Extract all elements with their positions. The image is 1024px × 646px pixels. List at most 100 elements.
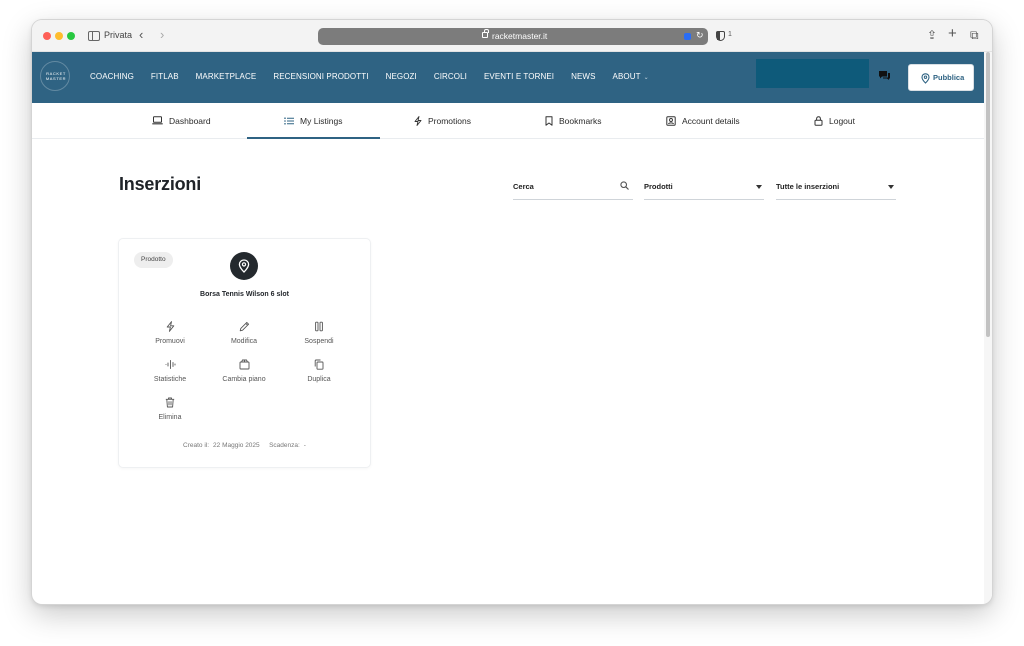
stats-action[interactable]: Statistiche [135,359,205,383]
tab-logout-label: Logout [829,115,855,126]
edit-action-label: Modifica [230,338,258,345]
chevron-down-icon: ⌄ [643,75,649,81]
page-scrollbar[interactable] [984,52,992,604]
lock-icon [814,115,823,126]
tab-promotions[interactable]: Promotions [414,103,471,138]
dropdown-arrow-icon [756,185,762,189]
url-text: racketmaster.it [492,31,548,41]
tab-dashboard-label: Dashboard [169,115,211,126]
search-field [513,174,633,200]
promote-action[interactable]: Promuovi [135,321,205,345]
site-header: RACKET MASTER COACHING FITLAB MARKETPLAC… [32,52,984,103]
bookmark-icon [545,115,553,126]
sidebar-toggle-icon[interactable] [88,31,100,41]
shield-icon[interactable] [716,31,725,41]
back-arrow-icon[interactable]: ‹ [139,28,143,42]
pencil-icon [239,321,249,332]
created-label: Creato il: [183,442,210,449]
main-navigation: COACHING FITLAB MARKETPLACE RECENSIONI P… [90,72,666,81]
nav-item-about[interactable]: ABOUT ⌄ [613,72,649,81]
bolt-icon [166,321,174,332]
category-select[interactable]: Prodotti [644,174,764,200]
listing-meta: Creato il: 22 Maggio 2025 Scadenza: - [119,442,370,449]
address-bar[interactable]: racketmaster.it ↻ [318,28,708,45]
logo-text: RACKET MASTER [45,71,67,81]
tab-overview-icon[interactable]: ⧉ [970,28,979,43]
map-pin-icon [238,259,250,273]
status-select-value: Tutte le inserzioni [776,182,840,191]
tab-account-details[interactable]: Account details [666,103,740,138]
map-pin-icon [921,73,930,84]
stats-action-label: Statistiche [153,376,187,383]
browser-window: Privata ‹ › racketmaster.it ↻ 1 ⇪ + ⧉ RA… [32,20,992,604]
publish-button-label: Pubblica [933,73,965,82]
category-select-value: Prodotti [644,182,673,191]
extension-count: 1 [728,31,732,38]
copy-icon [314,359,324,370]
private-browsing-label: Privata [104,30,133,40]
change-plan-action[interactable]: Cambia piano [209,359,279,383]
tab-dashboard[interactable]: Dashboard [152,103,211,138]
pause-icon [315,321,323,332]
laptop-icon [152,116,163,125]
tab-my-listings-label: My Listings [300,115,343,126]
nav-item-recensioni-prodotti[interactable]: RECENSIONI PRODOTTI [273,72,368,81]
bolt-icon [414,115,422,126]
lock-icon [482,29,489,38]
listing-type-badge: Prodotto [134,252,173,268]
extension-blue-icon[interactable] [684,33,691,40]
scrollbar-thumb[interactable] [986,52,990,337]
nav-item-eventi-e-tornei[interactable]: EVENTI E TORNEI [484,72,554,81]
minimize-window-button[interactable] [55,32,63,40]
user-box-icon [666,115,676,126]
nav-item-about-label: ABOUT [612,72,641,81]
forward-arrow-icon[interactable]: › [160,28,164,42]
tab-account-details-label: Account details [682,115,740,126]
promote-action-label: Promuovi [155,338,185,345]
close-window-button[interactable] [43,32,51,40]
trash-icon [165,397,175,408]
search-icon[interactable] [620,181,629,190]
tab-bookmarks-label: Bookmarks [559,115,602,126]
nav-item-fitlab[interactable]: FITLAB [151,72,179,81]
suspend-action[interactable]: Sospendi [284,321,354,345]
nav-item-circoli[interactable]: CIRCOLI [434,72,467,81]
edit-action[interactable]: Modifica [209,321,279,345]
package-icon [239,359,249,370]
created-date: 22 Maggio 2025 [213,442,260,449]
stats-icon [165,360,175,369]
account-tabs: Dashboard My Listings Promotions Bookmar… [32,103,984,139]
tab-bookmarks[interactable]: Bookmarks [545,103,602,138]
nav-item-negozi[interactable]: NEGOZI [386,72,417,81]
expiry-label: Scadenza: [269,442,300,449]
listing-title[interactable]: Borsa Tennis Wilson 6 slot [119,291,370,298]
share-icon[interactable]: ⇪ [927,28,937,42]
nav-item-marketplace[interactable]: MARKETPLACE [196,72,257,81]
search-input[interactable] [513,177,613,195]
page-title: Inserzioni [119,174,202,194]
publish-button[interactable]: Pubblica [908,64,974,91]
tab-my-listings[interactable]: My Listings [247,103,379,139]
delete-action-label: Elimina [158,414,182,421]
new-tab-icon[interactable]: + [948,25,957,42]
browser-toolbar: Privata ‹ › racketmaster.it ↻ 1 ⇪ + ⧉ [32,20,992,52]
expiry-date: - [303,442,306,449]
tab-promotions-label: Promotions [428,115,471,126]
reload-icon[interactable]: ↻ [696,30,704,41]
listing-card: Prodotto Borsa Tennis Wilson 6 slot Prom… [119,239,370,467]
tab-logout[interactable]: Logout [814,103,855,138]
header-banner-box[interactable] [756,59,869,88]
listing-avatar[interactable] [230,252,258,280]
nav-item-news[interactable]: NEWS [571,72,595,81]
maximize-window-button[interactable] [67,32,75,40]
duplicate-action-label: Duplica [307,376,331,383]
change-plan-action-label: Cambia piano [222,376,266,383]
status-select[interactable]: Tutte le inserzioni [776,174,896,200]
chat-icon[interactable] [879,71,890,80]
suspend-action-label: Sospendi [304,338,334,345]
duplicate-action[interactable]: Duplica [284,359,354,383]
nav-item-coaching[interactable]: COACHING [90,72,134,81]
site-logo[interactable]: RACKET MASTER [40,61,70,91]
dropdown-arrow-icon [888,185,894,189]
delete-action[interactable]: Elimina [135,397,205,421]
